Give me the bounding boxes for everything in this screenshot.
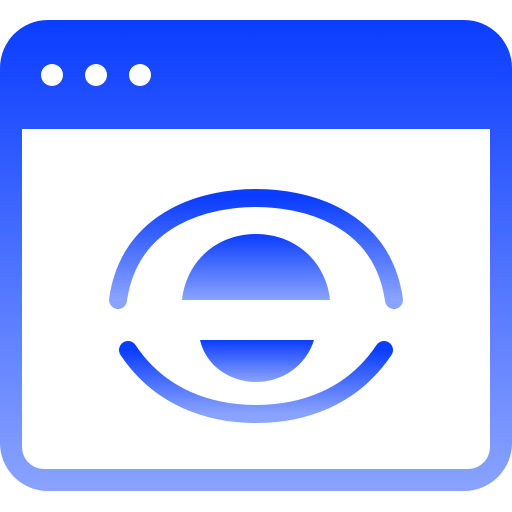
titlebar-dot-3 [129,64,151,86]
titlebar-dot-2 [85,64,107,86]
icon-canvas [0,0,512,512]
window-content-top-edge [22,129,490,159]
browser-window-eye-icon [0,20,512,491]
titlebar-dot-1 [41,64,63,86]
